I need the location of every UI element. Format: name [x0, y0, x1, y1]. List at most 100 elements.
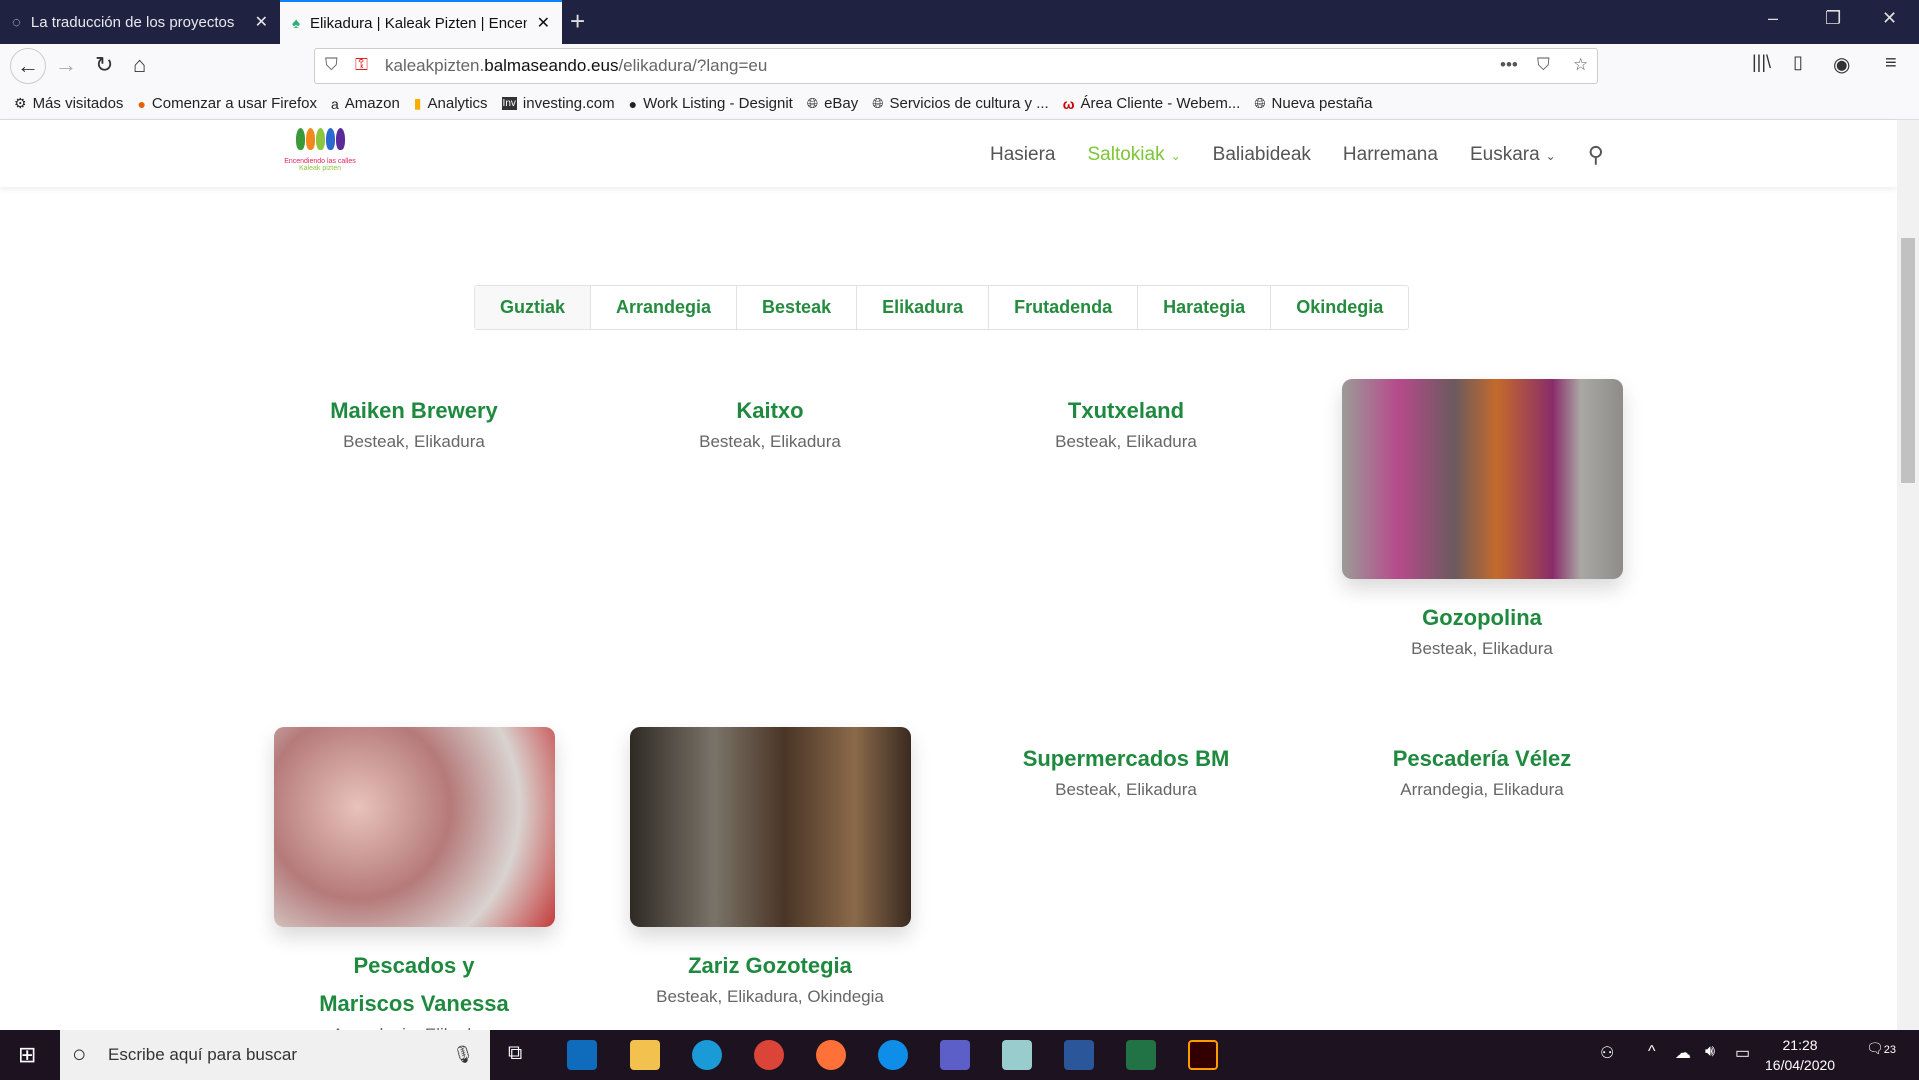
close-tab-icon[interactable]: ✕ — [537, 13, 550, 33]
close-tab-icon[interactable]: ✕ — [255, 12, 268, 32]
shop-title[interactable]: Gozopolina — [1332, 599, 1632, 637]
edge-icon[interactable] — [692, 1040, 722, 1070]
tab-elikadura[interactable]: ♠Elikadura | Kaleak Pizten | Encendiendo… — [280, 0, 562, 44]
filter-frutadenda[interactable]: Frutadenda — [989, 286, 1139, 329]
nav-harremana[interactable]: Harremana — [1343, 144, 1438, 166]
shield-icon[interactable]: ⛉ — [325, 55, 338, 75]
shop-photo[interactable] — [1341, 379, 1623, 579]
bookmark-webempresa[interactable]: ω Área Cliente - Webem... — [1063, 95, 1241, 112]
lightbulbs-logo-icon — [282, 128, 358, 158]
windows-taskbar: ⊞ ○ Escribe aquí para buscar 🎙︎ ⧉ ⚇ ^ ☁ … — [0, 1030, 1919, 1080]
bookmark-nueva-pestana[interactable]: 🌐︎ Nueva pestaña — [1254, 95, 1372, 112]
back-button[interactable]: ← — [10, 48, 46, 84]
bookmark-amazon[interactable]: a Amazon — [331, 95, 400, 112]
forward-button[interactable]: → — [55, 52, 77, 78]
globe-icon: 🌐︎ — [872, 95, 884, 111]
filter-besteak[interactable]: Besteak — [737, 286, 858, 329]
shop-title[interactable]: Pescados y Mariscos Vanessa — [264, 947, 564, 1023]
new-tab-button[interactable]: + — [570, 6, 585, 37]
bookmark-star-icon[interactable]: ☆ — [1573, 55, 1588, 75]
teamviewer-icon[interactable] — [878, 1040, 908, 1070]
shop-card: Maiken Brewery Besteak, Elikadura — [264, 392, 564, 452]
restore-button[interactable]: ❐ — [1825, 8, 1841, 29]
account-icon[interactable]: ◉ — [1833, 52, 1850, 77]
word-icon[interactable] — [1064, 1040, 1094, 1070]
file-explorer-icon[interactable] — [630, 1040, 660, 1070]
shop-categories: Besteak, Elikadura — [1055, 780, 1197, 799]
filter-okindegia[interactable]: Okindegia — [1271, 286, 1408, 329]
library-icon[interactable]: |||\ — [1752, 52, 1771, 73]
shop-card: Pescadería Vélez Arrandegia, Elikadura — [1332, 740, 1632, 800]
filter-arrandegia[interactable]: Arrandegia — [591, 286, 738, 329]
filter-elikadura[interactable]: Elikadura — [857, 286, 990, 329]
nav-language[interactable]: Euskara ⌄ — [1470, 144, 1556, 166]
amazon-icon: a — [330, 95, 339, 112]
insecure-lock-icon[interactable]: ⚿ — [355, 55, 368, 75]
task-view-icon[interactable]: ⧉ — [508, 1042, 522, 1065]
tray-chevron-icon[interactable]: ^ — [1648, 1043, 1656, 1061]
scrollbar-thumb[interactable] — [1901, 238, 1915, 483]
search-icon[interactable]: ⚲ — [1588, 142, 1604, 168]
shop-title[interactable]: Pescadería Vélez — [1332, 740, 1632, 778]
bookmark-servicios[interactable]: 🌐︎ Servicios de cultura y ... — [872, 95, 1048, 112]
nav-hasiera[interactable]: Hasiera — [990, 144, 1055, 166]
notifications-icon[interactable]: 🗨︎23 — [1866, 1040, 1896, 1057]
sidebar-icon[interactable]: ▯ — [1793, 52, 1803, 73]
home-button[interactable]: ⌂ — [133, 52, 146, 78]
menu-icon[interactable]: ≡ — [1885, 52, 1897, 75]
url-bar[interactable]: ⛉ ⚿ kaleakpizten. balmaseando.eus/elikadu… — [314, 48, 1598, 84]
site-logo[interactable]: Encendiendo las calles Kaleak pizten — [282, 128, 358, 180]
shop-title[interactable]: Maiken Brewery — [264, 392, 564, 430]
clock[interactable]: 21:28 16/04/2020 — [1765, 1035, 1835, 1075]
tab-icon: ◌ — [12, 13, 21, 31]
site-header: Encendiendo las calles Kaleak pizten Has… — [0, 120, 1897, 187]
microphone-icon[interactable]: 🎙︎ — [452, 1045, 474, 1065]
filter-harategia[interactable]: Harategia — [1138, 286, 1272, 329]
bookmark-mas-visitados[interactable]: ⚙ Más visitados — [14, 95, 123, 112]
reload-button[interactable]: ↻ — [95, 52, 113, 78]
page-scrollbar[interactable] — [1897, 120, 1919, 1030]
shop-photo[interactable] — [629, 727, 911, 927]
onedrive-icon[interactable]: ☁ — [1675, 1043, 1691, 1063]
bookmarks-bar: ⚙ Más visitados ● Comenzar a usar Firefox … — [0, 88, 1919, 120]
shop-title[interactable]: Supermercados BM — [976, 740, 1276, 778]
navigation-toolbar: ← → ↻ ⌂ ⛉ ⚿ kaleakpizten. balmaseando.eus… — [0, 44, 1919, 88]
shop-categories: Besteak, Elikadura — [1411, 639, 1553, 658]
outlook-icon[interactable] — [567, 1040, 597, 1070]
chrome-icon[interactable] — [754, 1040, 784, 1070]
excel-icon[interactable] — [1126, 1040, 1156, 1070]
teams-icon[interactable] — [940, 1040, 970, 1070]
shop-title[interactable]: Kaitxo — [620, 392, 920, 430]
site-favicon-icon: ♠ — [292, 14, 300, 32]
filter-guztiak[interactable]: Guztiak — [475, 286, 592, 329]
shop-title[interactable]: Zariz Gozotegia — [620, 947, 920, 985]
tab-traduccion[interactable]: ◌ La traducción de los proyectos ✕ — [0, 0, 280, 44]
shop-photo[interactable] — [273, 727, 555, 927]
more-icon[interactable]: ••• — [1500, 55, 1518, 75]
category-filter: Guztiak Arrandegia Besteak Elikadura Fru… — [474, 285, 1410, 330]
illustrator-icon[interactable] — [1188, 1040, 1218, 1070]
bookmark-designit[interactable]: ● Work Listing - Designit — [629, 95, 793, 112]
firefox-icon[interactable] — [816, 1040, 846, 1070]
shop-title[interactable]: Txutxeland — [976, 392, 1276, 430]
bookmark-investing[interactable]: Inv investing.com — [501, 95, 615, 112]
close-window-button[interactable]: ✕ — [1882, 8, 1897, 29]
volume-icon[interactable]: 🔊︎ — [1705, 1043, 1715, 1061]
chevron-down-icon: ⌄ — [1545, 149, 1556, 163]
bookmark-ebay[interactable]: 🌐︎ eBay — [807, 95, 858, 112]
bookmark-firefox[interactable]: ● Comenzar a usar Firefox — [137, 95, 317, 112]
windows-start-icon[interactable]: ⊞ — [18, 1042, 36, 1068]
app-icon[interactable] — [1002, 1040, 1032, 1070]
nav-saltokiak[interactable]: Saltokiak ⌄ — [1087, 144, 1180, 166]
bookmark-analytics[interactable]: ▮ Analytics — [414, 95, 488, 112]
taskbar-search[interactable]: ○ Escribe aquí para buscar 🎙︎ — [60, 1030, 490, 1080]
battery-icon[interactable]: ▭ — [1735, 1043, 1750, 1063]
shop-card: Gozopolina Besteak, Elikadura — [1332, 379, 1632, 659]
browser-tab-bar: ◌ La traducción de los proyectos ✕ ♠ Elikad… — [0, 0, 1919, 44]
pocket-icon[interactable]: ⛉ — [1537, 55, 1550, 75]
cortana-icon: ○ — [72, 1041, 87, 1068]
people-icon[interactable]: ⚇ — [1600, 1043, 1614, 1063]
shop-card: Supermercados BM Besteak, Elikadura — [976, 740, 1276, 800]
minimize-button[interactable]: – — [1768, 8, 1778, 29]
nav-baliabideak[interactable]: Baliabideak — [1213, 144, 1311, 166]
